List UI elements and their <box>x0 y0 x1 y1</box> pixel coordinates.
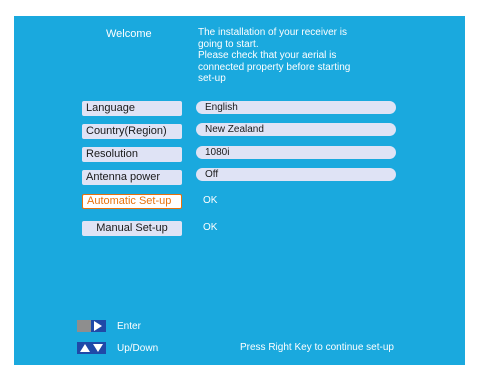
antenna-power-value[interactable]: Off <box>196 168 396 181</box>
setup-screen: Welcome The installation of your receive… <box>14 16 465 365</box>
intro-line: The installation of your receiver is <box>198 27 347 38</box>
language-label[interactable]: Language <box>82 101 182 116</box>
continue-hint: Press Right Key to continue set-up <box>240 342 394 353</box>
intro-message: The installation of your receiver is goi… <box>198 27 398 85</box>
manual-setup-button[interactable]: Manual Set-up <box>82 221 182 236</box>
intro-line: connected property before starting <box>198 61 351 73</box>
right-arrow-key-icon <box>77 320 106 332</box>
intro-line: going to start. <box>198 38 259 50</box>
resolution-label[interactable]: Resolution <box>82 147 182 162</box>
enter-legend-label: Enter <box>117 321 141 332</box>
country-region-label[interactable]: Country(Region) <box>82 124 182 139</box>
country-region-value[interactable]: New Zealand <box>196 123 396 136</box>
language-value[interactable]: English <box>196 101 396 114</box>
antenna-power-label[interactable]: Antenna power <box>82 170 182 185</box>
resolution-value[interactable]: 1080i <box>196 146 396 159</box>
automatic-setup-button[interactable]: Automatic Set-up <box>82 194 182 209</box>
intro-line: Please check that your aerial is <box>198 50 337 61</box>
up-down-arrow-key-icon <box>77 342 106 354</box>
manual-setup-ok: OK <box>203 222 218 233</box>
intro-line: set-up <box>198 73 226 84</box>
updown-legend-label: Up/Down <box>117 343 159 354</box>
automatic-setup-ok: OK <box>203 195 218 206</box>
welcome-title: Welcome <box>106 28 152 40</box>
